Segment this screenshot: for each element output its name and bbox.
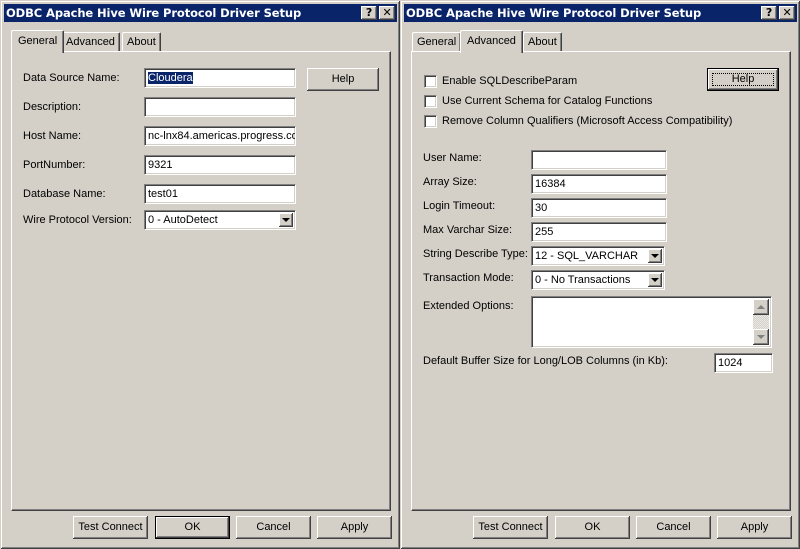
apply-button[interactable]: Apply	[317, 516, 392, 539]
window-title: ODBC Apache Hive Wire Protocol Driver Se…	[406, 6, 702, 20]
help-button[interactable]: Help	[307, 68, 379, 91]
description-input[interactable]	[144, 97, 296, 117]
description-label: Description:	[23, 101, 82, 113]
array-size-label: Array Size:	[423, 176, 477, 188]
test-connect-button[interactable]: Test Connect	[473, 516, 548, 539]
setup-dialog-general: ODBC Apache Hive Wire Protocol Driver Se…	[0, 0, 400, 549]
cancel-button[interactable]: Cancel	[636, 516, 711, 539]
database-name-label: Database Name:	[23, 188, 106, 200]
wire-protocol-label: Wire Protocol Version:	[23, 214, 132, 226]
title-bar: ODBC Apache Hive Wire Protocol Driver Se…	[4, 4, 397, 22]
max-varchar-label: Max Varchar Size:	[423, 224, 513, 236]
max-varchar-input[interactable]: 255	[531, 222, 667, 242]
tab-advanced[interactable]: Advanced	[61, 32, 120, 52]
transaction-mode-select[interactable]: 0 - No Transactions	[531, 270, 665, 290]
title-bar: ODBC Apache Hive Wire Protocol Driver Se…	[404, 4, 797, 22]
buffer-size-input[interactable]: 1024	[714, 353, 773, 373]
wire-protocol-select[interactable]: 0 - AutoDetect	[144, 210, 296, 230]
host-name-label: Host Name:	[23, 130, 82, 142]
user-name-label: User Name:	[423, 152, 482, 164]
transaction-mode-label: Transaction Mode:	[423, 272, 514, 284]
enable-sqldescribeparam-label: Enable SQLDescribeParam	[442, 75, 578, 87]
enable-sqldescribeparam-checkbox[interactable]	[424, 75, 437, 88]
chevron-down-icon[interactable]	[279, 213, 293, 227]
help-button-label: Help	[708, 69, 778, 90]
ok-button[interactable]: OK	[155, 516, 230, 539]
port-number-input[interactable]: 9321	[144, 155, 296, 175]
help-button[interactable]: Help	[707, 68, 779, 91]
help-question-icon[interactable]: ?	[761, 6, 777, 20]
user-name-input[interactable]	[531, 150, 667, 170]
host-name-input[interactable]: nc-lnx84.americas.progress.com	[144, 126, 296, 146]
apply-button[interactable]: Apply	[717, 516, 792, 539]
remove-column-qualifiers-checkbox[interactable]	[424, 115, 437, 128]
vertical-scrollbar[interactable]	[753, 299, 769, 345]
tab-about[interactable]: About	[122, 32, 161, 52]
ok-button[interactable]: OK	[555, 516, 630, 539]
test-connect-button[interactable]: Test Connect	[73, 516, 148, 539]
tab-general[interactable]: General	[412, 32, 462, 52]
login-timeout-input[interactable]: 30	[531, 198, 667, 218]
setup-dialog-advanced: ODBC Apache Hive Wire Protocol Driver Se…	[400, 0, 800, 549]
extended-options-label: Extended Options:	[423, 300, 514, 312]
string-describe-type-label: String Describe Type:	[423, 248, 528, 260]
tab-general[interactable]: General	[11, 30, 65, 53]
remove-column-qualifiers-label: Remove Column Qualifiers (Microsoft Acce…	[442, 115, 733, 127]
tab-advanced[interactable]: Advanced	[460, 30, 523, 53]
buffer-size-label: Default Buffer Size for Long/LOB Columns…	[423, 355, 668, 367]
data-source-name-value: Cloudera	[148, 72, 193, 84]
window-title: ODBC Apache Hive Wire Protocol Driver Se…	[6, 6, 302, 20]
transaction-mode-value: 0 - No Transactions	[535, 274, 631, 286]
advanced-panel: Enable SQLDescribeParam Use Current Sche…	[411, 51, 791, 511]
close-icon[interactable]: ✕	[779, 6, 795, 20]
login-timeout-label: Login Timeout:	[423, 200, 496, 212]
use-current-schema-checkbox[interactable]	[424, 95, 437, 108]
general-panel: Data Source Name: Cloudera Help Descript…	[11, 51, 391, 511]
scroll-down-arrow-icon[interactable]	[753, 329, 769, 345]
extended-options-textarea[interactable]	[531, 296, 772, 348]
use-current-schema-label: Use Current Schema for Catalog Functions	[442, 95, 653, 107]
string-describe-type-select[interactable]: 12 - SQL_VARCHAR	[531, 246, 665, 266]
chevron-down-icon[interactable]	[648, 273, 662, 287]
cancel-button[interactable]: Cancel	[236, 516, 311, 539]
string-describe-type-value: 12 - SQL_VARCHAR	[535, 250, 639, 262]
database-name-input[interactable]: test01	[144, 184, 296, 204]
array-size-input[interactable]: 16384	[531, 174, 667, 194]
help-question-icon[interactable]: ?	[361, 6, 377, 20]
wire-protocol-value: 0 - AutoDetect	[148, 214, 218, 226]
scroll-up-arrow-icon[interactable]	[753, 299, 769, 315]
port-number-label: PortNumber:	[23, 159, 86, 171]
data-source-name-label: Data Source Name:	[23, 72, 120, 84]
close-icon[interactable]: ✕	[379, 6, 395, 20]
data-source-name-input[interactable]: Cloudera	[144, 68, 296, 88]
chevron-down-icon[interactable]	[648, 249, 662, 263]
tab-about[interactable]: About	[523, 32, 562, 52]
